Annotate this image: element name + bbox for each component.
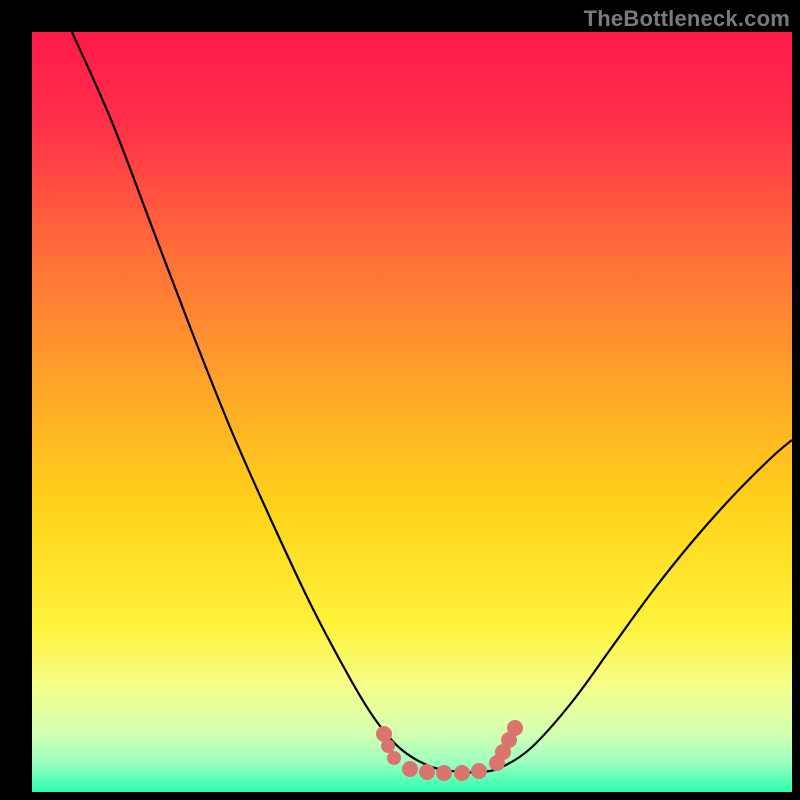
plot-area (32, 32, 792, 792)
curve-marker (419, 764, 435, 780)
watermark-text: TheBottleneck.com (584, 6, 790, 32)
curve-marker (436, 765, 452, 781)
curve-marker (402, 761, 418, 777)
curve-marker (454, 765, 470, 781)
gradient-background (32, 32, 792, 792)
curve-marker (471, 763, 487, 779)
curve-marker (387, 751, 401, 765)
curve-marker (507, 720, 523, 736)
curve-marker (381, 739, 395, 753)
chart-frame: TheBottleneck.com (0, 0, 800, 800)
plot-svg (32, 32, 792, 792)
